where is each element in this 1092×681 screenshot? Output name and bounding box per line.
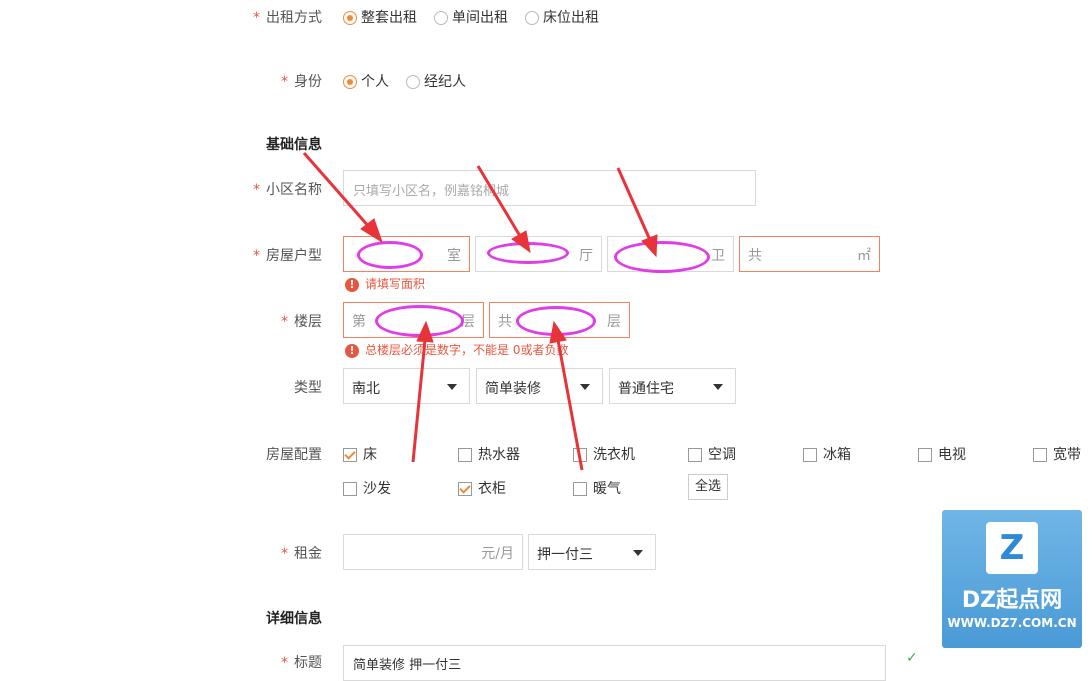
watermark-url: WWW.DZ7.COM.CN [947,616,1077,630]
annotation-arrow-line [476,165,522,237]
annotation-arrow-head [511,230,531,254]
watermark-logo: Z DZ起点网 WWW.DZ7.COM.CN [942,510,1082,648]
annotation-arrow-head [416,320,434,343]
annotation-arrow-head [549,320,567,344]
annotation-arrow-line [411,339,427,463]
annotation-arrows [302,152,658,471]
annotation-arrow-line [616,167,652,241]
annotation-arrow-line [302,152,372,229]
annotation-arrow-head [641,234,658,258]
watermark-name: DZ起点网 [961,588,1063,613]
watermark-logo-mark: Z [986,522,1038,574]
annotation-arrow-line [556,339,584,471]
